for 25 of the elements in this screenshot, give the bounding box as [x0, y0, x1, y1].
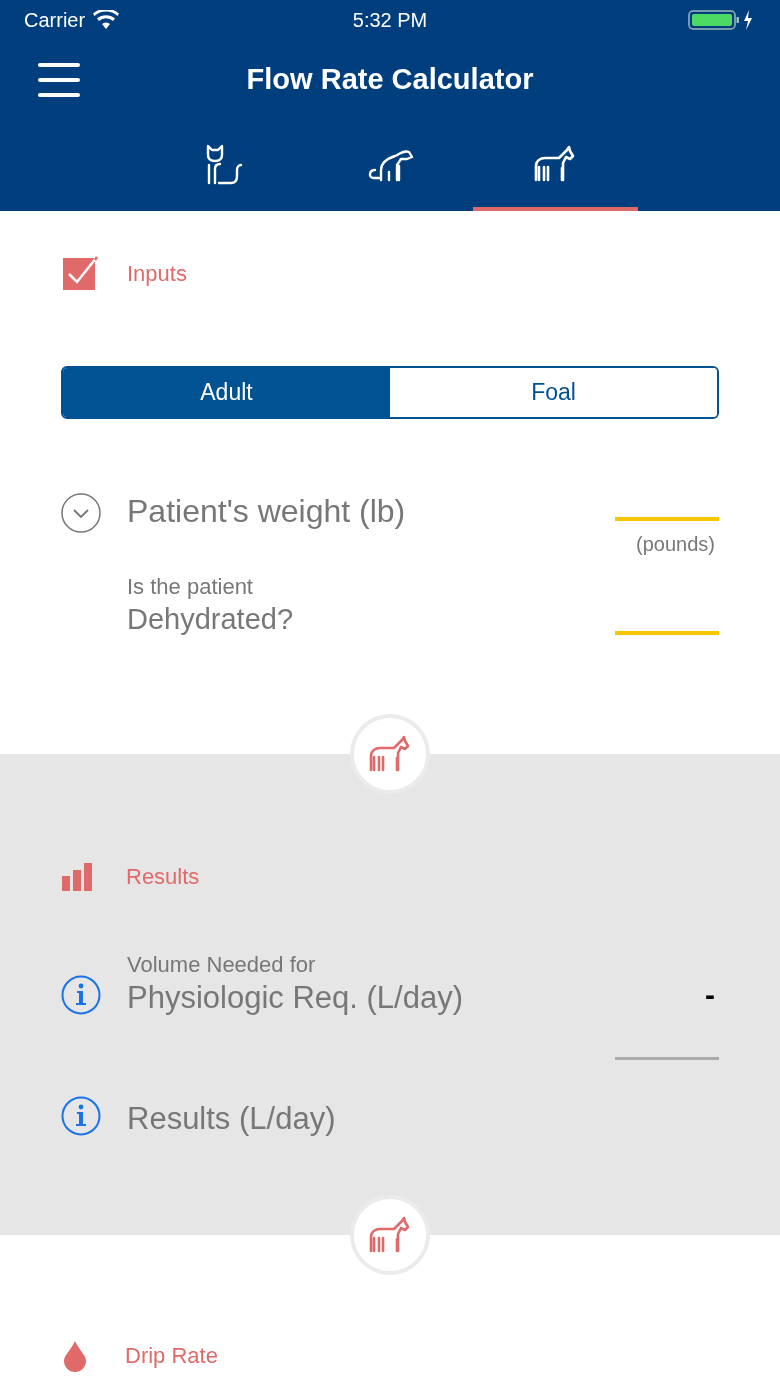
segment-tab[interactable]: Adult — [63, 368, 390, 417]
unit-label: (pounds) — [636, 532, 715, 557]
cat-icon — [205, 142, 245, 185]
wifi-icon — [93, 10, 120, 30]
carrier-label: Carrier — [24, 8, 86, 33]
result-caption: Volume Needed for — [127, 951, 317, 979]
section-title: Inputs — [127, 259, 187, 288]
field-label: Dehydrated? — [127, 601, 295, 637]
field-caption: Is the patient — [127, 573, 254, 601]
menu-icon[interactable] — [38, 62, 80, 98]
result-label: Results (L/day) — [127, 1099, 337, 1138]
drop-icon — [61, 1339, 89, 1372]
result-label: Physiologic Req. (L/day) — [127, 978, 464, 1017]
weight-input[interactable] — [615, 517, 719, 521]
clock-time: 5:32 PM — [352, 8, 428, 33]
field-label: Patient's weight (lb) — [127, 492, 407, 531]
app-title: Flow Rate Calculator — [246, 62, 534, 98]
chevron-down-icon[interactable] — [61, 493, 101, 533]
result-value: - — [705, 977, 715, 1014]
bar-chart-icon — [61, 861, 93, 892]
info-icon[interactable] — [61, 975, 101, 1016]
section-title: Drip Rate — [125, 1342, 218, 1370]
section-title: Results — [126, 863, 200, 891]
info-icon[interactable] — [61, 1096, 101, 1137]
weight-input[interactable] — [615, 631, 719, 635]
